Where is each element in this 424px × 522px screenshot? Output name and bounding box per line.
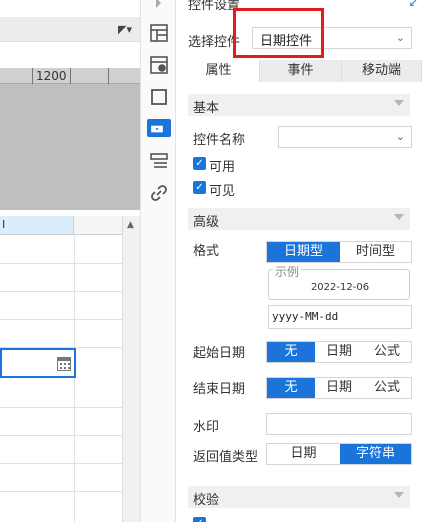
collapse-icon — [394, 100, 404, 106]
form-canvas — [0, 84, 140, 210]
return-date-option[interactable]: 日期 — [267, 444, 340, 464]
section-validation[interactable]: 校验 — [188, 486, 410, 508]
control-name-field[interactable]: ⌄ — [278, 126, 412, 148]
return-type-label: 返回值类型 — [193, 450, 259, 465]
return-type-toggle: 日期 字符串 — [266, 443, 412, 465]
return-string-option[interactable]: 字符串 — [340, 444, 411, 464]
report-editor: ◤▾ 1200 I ▲ — [0, 0, 140, 522]
layout-icon[interactable] — [149, 23, 169, 43]
enabled-checkbox[interactable]: ✓ — [193, 157, 206, 170]
ruler-label: 1200 — [36, 69, 67, 83]
format-pattern-input[interactable]: yyyy-MM-dd — [268, 305, 412, 329]
format-label: 格式 — [193, 244, 220, 259]
calendar-icon[interactable] — [57, 357, 71, 371]
column-header-i[interactable]: I — [0, 216, 74, 235]
highlight-annotation — [233, 8, 324, 58]
format-toggle: 日期型 时间型 — [266, 241, 412, 263]
control-name-label: 控件名称 — [193, 133, 246, 148]
end-date-toggle: 无 日期 公式 — [266, 377, 412, 399]
chevron-down-icon: ⌄ — [395, 31, 405, 44]
start-date-toggle: 无 日期 公式 — [266, 341, 412, 363]
border-icon[interactable] — [149, 87, 169, 107]
visible-checkbox[interactable]: ✓ — [193, 181, 206, 194]
validation-checkbox[interactable]: ✓ — [193, 517, 206, 522]
widget-settings-icon[interactable] — [147, 119, 171, 137]
settings-tabs: 属性 事件 移动端 — [178, 60, 422, 82]
list-icon[interactable] — [149, 151, 169, 171]
collapse-icon — [394, 492, 404, 498]
vertical-scrollbar[interactable]: ▲ — [122, 216, 140, 522]
app-root: ◤▾ 1200 I ▲ 控件设置 ↙ 选择控件 日期控件 ⌄ 属性 事件 移动端… — [0, 0, 424, 522]
link-icon[interactable] — [149, 183, 169, 203]
start-formula-option[interactable]: 公式 — [363, 342, 411, 362]
collapse-icon — [394, 214, 404, 220]
watermark-label: 水印 — [193, 420, 220, 435]
format-brush-icon[interactable]: ◤▾ — [118, 23, 132, 36]
tab-mobile[interactable]: 移动端 — [342, 60, 422, 82]
end-date-option[interactable]: 日期 — [315, 378, 363, 398]
column-header-next[interactable] — [74, 216, 122, 235]
watermark-input[interactable] — [266, 413, 412, 435]
tab-events[interactable]: 事件 — [260, 60, 342, 82]
end-formula-option[interactable]: 公式 — [363, 378, 411, 398]
format-date-option[interactable]: 日期型 — [267, 242, 340, 262]
visible-label: 可见 — [209, 184, 236, 199]
section-basic[interactable]: 基本 — [188, 94, 410, 116]
preview-date: 2022-12-06 — [310, 282, 370, 293]
section-validation-title: 校验 — [193, 493, 220, 508]
start-date-label: 起始日期 — [193, 346, 246, 361]
start-none-option[interactable]: 无 — [267, 342, 315, 362]
format-pattern-value: yyyy-MM-dd — [272, 310, 339, 323]
preview-caption: 示例 — [273, 263, 302, 280]
chevron-down-icon: ⌄ — [395, 130, 405, 143]
start-date-option[interactable]: 日期 — [315, 342, 363, 362]
section-advanced-title: 高级 — [193, 215, 220, 230]
horizontal-ruler: 1200 — [0, 68, 140, 84]
enabled-label: 可用 — [209, 160, 236, 175]
format-preview: 示例 2022-12-06 — [268, 263, 410, 300]
editor-toolbar: ◤▾ — [0, 17, 140, 42]
end-none-option[interactable]: 无 — [267, 378, 315, 398]
end-date-label: 结束日期 — [193, 382, 246, 397]
expand-icon[interactable]: ↙ — [409, 0, 418, 9]
collapse-arrow-icon[interactable] — [149, 0, 169, 14]
format-time-option[interactable]: 时间型 — [340, 242, 411, 262]
cell-properties-icon[interactable] — [149, 55, 169, 75]
section-basic-title: 基本 — [193, 101, 220, 116]
tab-properties[interactable]: 属性 — [178, 60, 260, 82]
side-toolbar — [140, 0, 176, 522]
scroll-up-icon[interactable]: ▲ — [127, 220, 134, 230]
section-advanced[interactable]: 高级 — [188, 208, 410, 230]
